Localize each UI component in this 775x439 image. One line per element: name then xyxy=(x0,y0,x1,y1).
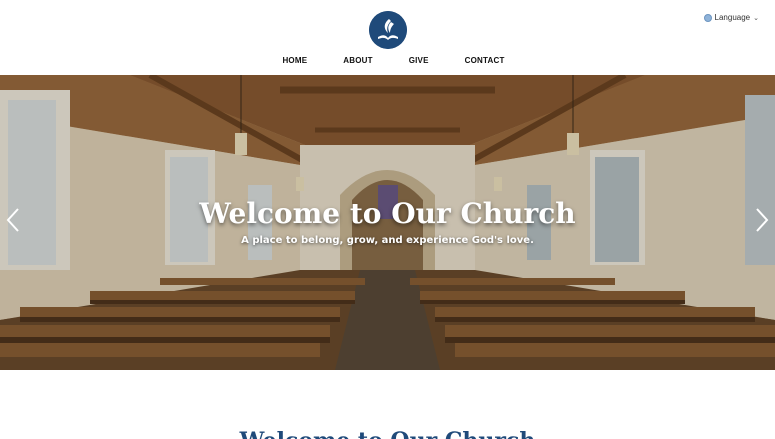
site-header: Language ⌄ HOME ABOUT GIVE CONTACT xyxy=(0,0,775,75)
slider-prev-button[interactable] xyxy=(6,207,20,233)
chevron-down-icon: ⌄ xyxy=(753,14,759,22)
nav-about[interactable]: ABOUT xyxy=(343,56,372,65)
church-logo-icon[interactable] xyxy=(369,11,407,49)
section-title: Welcome to Our Church xyxy=(0,428,775,439)
slider-next-button[interactable] xyxy=(755,207,769,233)
language-selector[interactable]: Language ⌄ xyxy=(703,13,759,22)
nav-give[interactable]: GIVE xyxy=(409,56,429,65)
hero-subtitle: A place to belong, grow, and experience … xyxy=(241,235,534,246)
chevron-left-icon xyxy=(6,208,19,232)
hero-title: Welcome to Our Church xyxy=(199,197,576,230)
nav-contact[interactable]: CONTACT xyxy=(465,56,505,65)
language-label: Language xyxy=(714,13,751,22)
chevron-right-icon xyxy=(756,208,769,232)
hero-slider: Welcome to Our Church A place to belong,… xyxy=(0,75,775,370)
nav-home[interactable]: HOME xyxy=(282,56,307,65)
main-nav: HOME ABOUT GIVE CONTACT xyxy=(0,56,775,65)
globe-icon xyxy=(703,13,712,22)
